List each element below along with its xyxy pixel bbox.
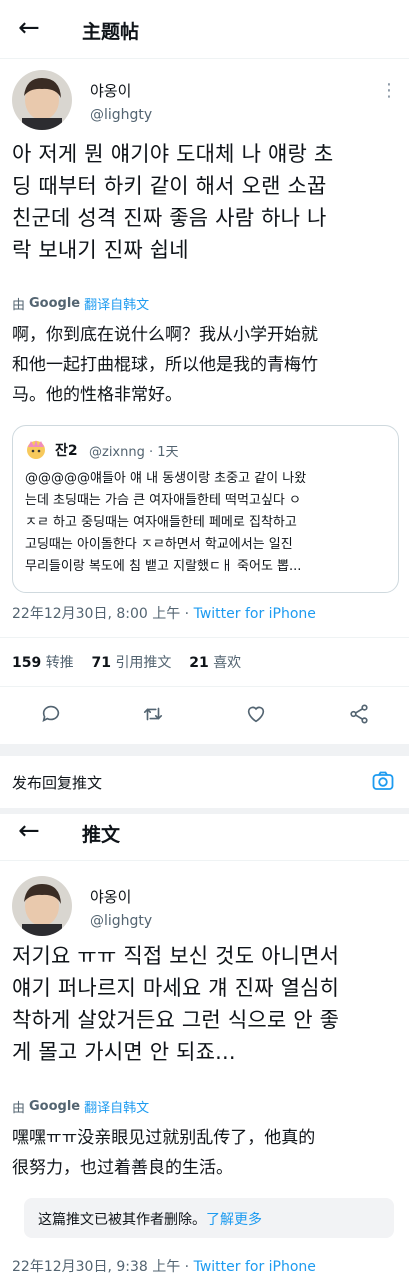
tweet-text: 아 저게 뭔 얘기야 도대체 나 얘랑 초 딩 때부터 하키 같이 해서 오랜 … [12,138,333,266]
author-name[interactable]: 야옹이 [90,886,131,907]
tweet-text-line: 착하게 살았거든요 그런 식으로 안 좋 [12,1008,340,1032]
retweet-icon[interactable] [142,703,164,725]
quote-text: @@@@@얘들아 얘 내 동생이랑 초중고 같이 나왔 는데 초딩때는 가슴 큰… [25,468,306,578]
tweet-text-line: 아 저게 뭔 얘기야 도대체 나 얘랑 초 [12,142,334,166]
translation-attribution: 由 Google 翻译自韩文 [12,294,149,313]
page-title-2: 推文 [82,824,121,846]
author-handle[interactable]: @lighgty [90,913,152,929]
tweet-date: 22年12月30日, 9:38 上午 · [12,1259,190,1275]
quote-text-line: ㅈㄹ 하고 중딩때는 여자애들한테 페메로 집착하고 [25,515,297,530]
translation-attribution: 由 Google 翻译自韩文 [12,1097,149,1116]
camera-icon[interactable] [371,769,395,793]
quote-author-handle: @zixnng [89,445,145,460]
back-arrow-icon[interactable]: ← [18,15,40,41]
translation-line: 很努力，也过着善良的生活。 [12,1158,233,1178]
translation-line: 和他一起打曲棍球，所以他是我的青梅竹 [12,355,318,375]
quote-count-link[interactable]: 71 引用推文 [92,655,172,671]
translate-link[interactable]: 翻译自韩文 [84,294,149,313]
divider [0,637,409,638]
divider [0,860,409,861]
tweet-timestamp: 22年12月30日, 9:38 上午 · Twitter for iPhone [12,1256,316,1276]
tweet-text-line: 얘기 퍼나르지 마세요 걔 진짜 열심히 [12,976,340,1000]
google-logo: Google [29,296,81,311]
tweet-source-link[interactable]: Twitter for iPhone [194,1259,316,1275]
translate-by: 由 [12,298,26,313]
quote-text-line: 무리들이랑 복도에 침 뱉고 지랄했ㄷㅐ 죽어도 뽑... [25,559,302,574]
divider [0,686,409,687]
avatar[interactable] [12,70,72,130]
like-count: 21 [189,655,209,671]
google-logo: Google [29,1099,81,1114]
translation-text: 啊，你到底在说什么啊？我从小学开始就 和他一起打曲棍球，所以他是我的青梅竹 马。… [12,320,318,410]
tweet-timestamp: 22年12月30日, 8:00 上午 · Twitter for iPhone [12,603,316,623]
section-separator [0,808,409,814]
author-name[interactable]: 야옹이 [90,80,131,101]
page-title: 主题帖 [82,21,140,43]
quote-text-line: 고딩때는 아이돌한다 ㅈㄹ하면서 학교에서는 일진 [25,537,293,552]
translation-text: 嘿嘿ㅠㅠ没亲眼见过就别乱传了，他真的 很努力，也过着善良的生活。 [12,1123,315,1183]
translation-line: 马。他的性格非常好。 [12,385,182,405]
translation-line: 啊，你到底在说什么啊？我从小学开始就 [12,325,318,345]
quote-author-name: 잔2 [55,443,78,459]
more-icon[interactable]: ⋮ [380,80,398,101]
like-count-link[interactable]: 21 喜欢 [189,655,241,671]
tweet-source-link[interactable]: Twitter for iPhone [194,606,316,622]
tweet-text-line: 딩 때부터 하키 같이 해서 오랜 소꿉 [12,174,327,198]
retweet-count-link[interactable]: 159 转推 [12,655,74,671]
like-label: 喜欢 [213,655,242,671]
tweet-text-line: 저기요 ㅠㅠ 직접 보신 것도 아니면서 [12,944,340,968]
translate-link[interactable]: 翻译自韩文 [84,1097,149,1116]
avatar[interactable] [12,876,72,936]
deleted-tweet-notice: 这篇推文已被其作者删除。了解更多 [24,1198,394,1238]
back-arrow-icon[interactable]: ← [18,818,40,844]
translate-by: 由 [12,1101,26,1116]
reply-prompt[interactable]: 发布回复推文 [12,772,102,793]
tweet-text-line: 락 보내기 진짜 쉽네 [12,238,189,262]
quote-label: 引用推文 [115,655,172,671]
deleted-notice-content: 这篇推文已被其作者删除。了解更多 [38,1209,262,1229]
tweet-text-line: 친군데 성격 진짜 좋음 사람 하나 나 [12,206,327,230]
quote-time: · 1天 [149,445,179,460]
deleted-notice-text: 这篇推文已被其作者删除。 [38,1212,206,1228]
quote-avatar [25,438,47,460]
retweet-count: 159 [12,655,42,671]
author-handle[interactable]: @lighgty [90,107,152,123]
translation-line: 嘿嘿ㅠㅠ没亲眼见过就别乱传了，他真的 [12,1128,316,1148]
retweet-label: 转推 [45,655,74,671]
quote-text-line: @@@@@얘들아 얘 내 동생이랑 초중고 같이 나왔 [25,471,307,486]
learn-more-link[interactable]: 了解更多 [206,1212,262,1228]
tweet-text-line: 게 몰고 가시면 안 되죠... [12,1040,236,1064]
quote-author-meta: @zixnng · 1天 [89,441,179,460]
reply-icon[interactable] [40,703,62,725]
quoted-tweet[interactable]: 잔2 @zixnng · 1天 @@@@@얘들아 얘 내 동생이랑 초중고 같이… [12,425,399,593]
tweet-date: 22年12月30日, 8:00 上午 · [12,606,190,622]
share-icon[interactable] [348,703,370,725]
like-icon[interactable] [245,703,267,725]
tweet-text: 저기요 ㅠㅠ 직접 보신 것도 아니면서 얘기 퍼나르지 마세요 걔 진짜 열심… [12,940,339,1068]
quote-count: 71 [91,655,111,671]
divider [0,58,409,59]
section-separator [0,744,409,756]
quote-text-line: 는데 초딩때는 가슴 큰 여자애들한테 떡먹고싶다 ㅇ [25,493,301,508]
tweet-stats: 159 转推 71 引用推文 21 喜欢 [12,652,241,672]
